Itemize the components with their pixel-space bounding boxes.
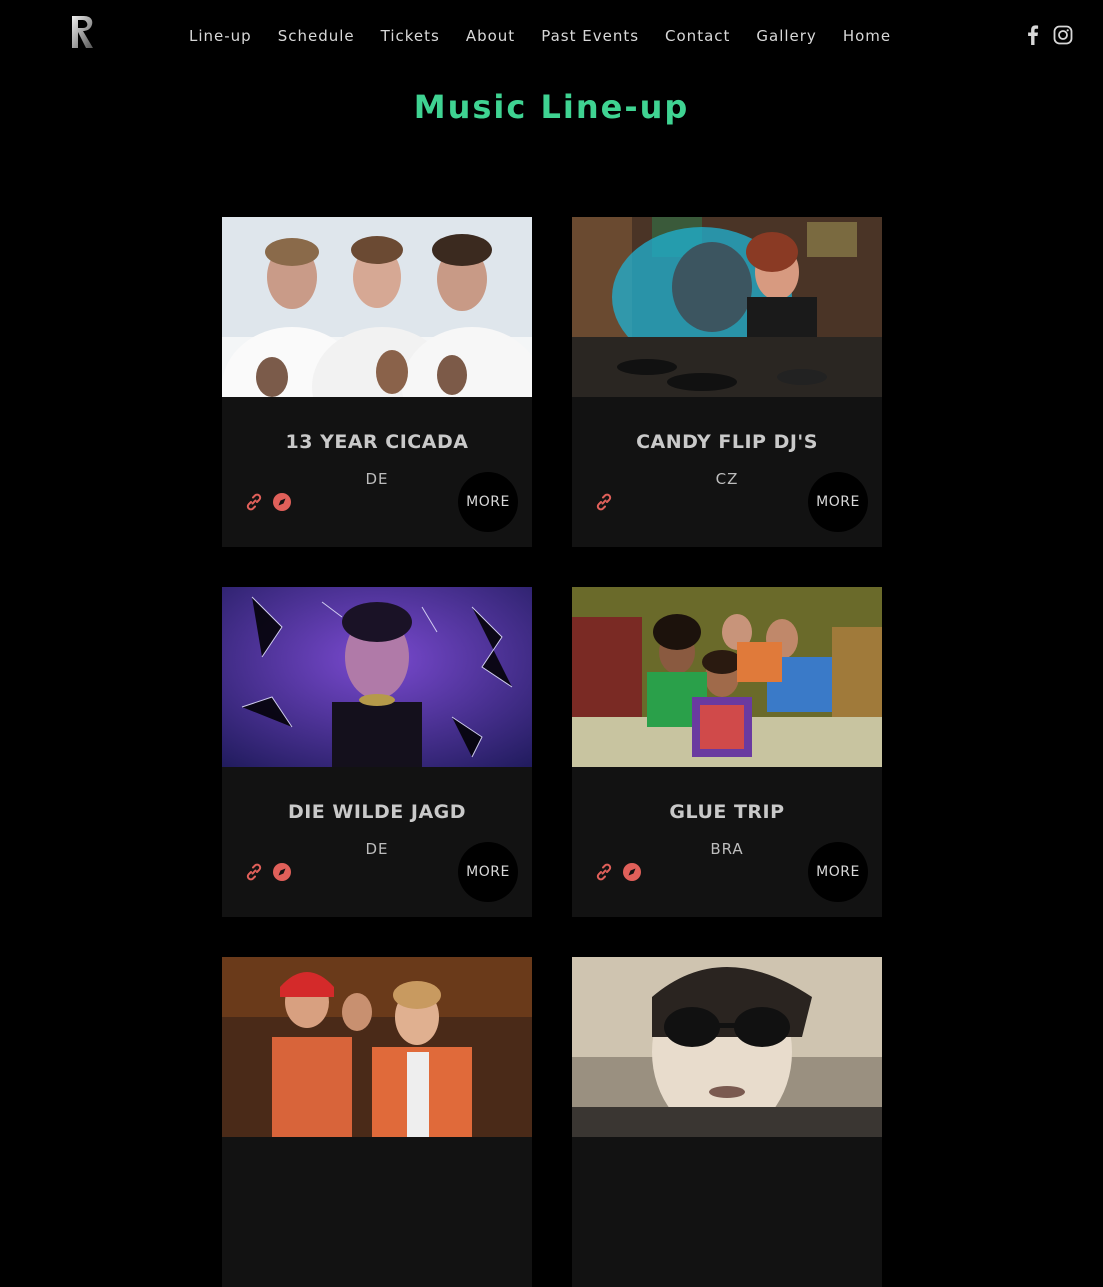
link-icon[interactable] bbox=[244, 492, 264, 512]
nav-item-tickets[interactable]: Tickets bbox=[368, 26, 453, 46]
artist-name: GLUE TRIP bbox=[669, 801, 785, 823]
artist-links bbox=[594, 862, 642, 882]
artist-photo[interactable] bbox=[572, 587, 882, 767]
compass-icon[interactable] bbox=[622, 862, 642, 882]
artist-card bbox=[572, 957, 882, 1287]
top-navigation-bar: Line-up Schedule Tickets About Past Even… bbox=[0, 0, 1103, 72]
artist-links bbox=[244, 492, 292, 512]
artist-links bbox=[594, 492, 614, 512]
nav-item-schedule[interactable]: Schedule bbox=[265, 26, 368, 46]
artist-card bbox=[222, 957, 532, 1287]
nav-item-home[interactable]: Home bbox=[830, 26, 904, 46]
instagram-icon[interactable] bbox=[1053, 24, 1073, 46]
artist-photo[interactable] bbox=[572, 957, 882, 1137]
artist-card: DIE WILDE JAGD DE MORE bbox=[222, 587, 532, 917]
artist-photo[interactable] bbox=[572, 217, 882, 397]
social-links bbox=[1023, 24, 1073, 46]
artist-name: CANDY FLIP DJ'S bbox=[636, 431, 818, 453]
more-button[interactable]: MORE bbox=[808, 472, 868, 532]
link-icon[interactable] bbox=[594, 492, 614, 512]
nav-item-lineup[interactable]: Line-up bbox=[176, 26, 265, 46]
artist-photo[interactable] bbox=[222, 957, 532, 1137]
artist-card: GLUE TRIP BRA MORE bbox=[572, 587, 882, 917]
facebook-icon[interactable] bbox=[1023, 24, 1043, 46]
main-nav: Line-up Schedule Tickets About Past Even… bbox=[176, 26, 904, 46]
artist-card: 13 YEAR CICADA DE MORE bbox=[222, 217, 532, 547]
link-icon[interactable] bbox=[594, 862, 614, 882]
more-button[interactable]: MORE bbox=[808, 842, 868, 902]
nav-item-contact[interactable]: Contact bbox=[652, 26, 743, 46]
link-icon[interactable] bbox=[244, 862, 264, 882]
artist-name: 13 YEAR CICADA bbox=[285, 431, 469, 453]
compass-icon[interactable] bbox=[272, 492, 292, 512]
lineup-grid: 13 YEAR CICADA DE MORE CANDY FLIP DJ'S C… bbox=[222, 217, 882, 1287]
compass-icon[interactable] bbox=[272, 862, 292, 882]
artist-name: DIE WILDE JAGD bbox=[287, 801, 467, 823]
page-title: Music Line-up bbox=[413, 88, 690, 126]
more-button[interactable]: MORE bbox=[458, 472, 518, 532]
site-logo[interactable] bbox=[68, 14, 98, 50]
nav-item-gallery[interactable]: Gallery bbox=[743, 26, 829, 46]
nav-item-about[interactable]: About bbox=[453, 26, 528, 46]
artist-photo[interactable] bbox=[222, 587, 532, 767]
artist-card: CANDY FLIP DJ'S CZ MORE bbox=[572, 217, 882, 547]
nav-item-past-events[interactable]: Past Events bbox=[528, 26, 652, 46]
artist-photo[interactable] bbox=[222, 217, 532, 397]
more-button[interactable]: MORE bbox=[458, 842, 518, 902]
artist-links bbox=[244, 862, 292, 882]
